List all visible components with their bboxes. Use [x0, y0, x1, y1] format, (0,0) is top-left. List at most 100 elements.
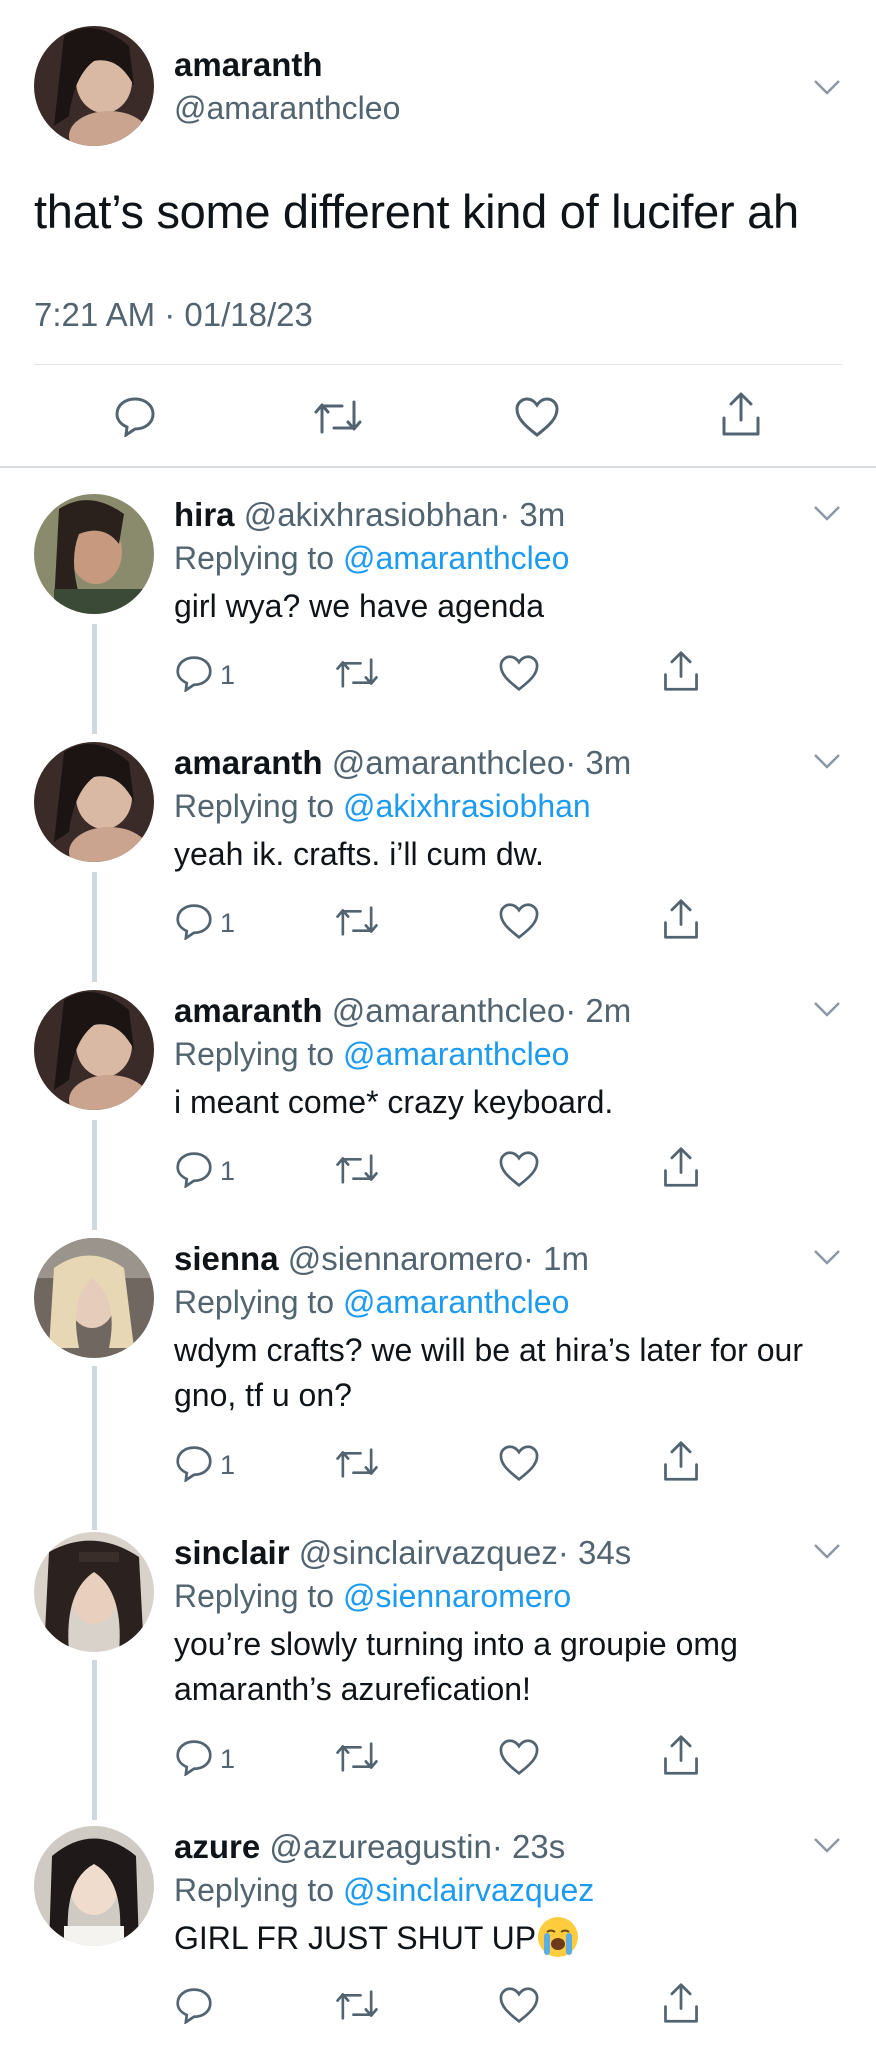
replying-to: Replying to @akixhrasiobhan: [174, 788, 591, 825]
retweet-icon[interactable]: [334, 656, 380, 690]
reply-header: amaranth @amaranthcleo· 2m: [174, 992, 631, 1030]
tweet-text: that’s some different kind of lucifer ah: [34, 185, 799, 238]
author-handle[interactable]: @sinclairvazquez: [299, 1534, 558, 1571]
author-handle[interactable]: @azureagustin: [269, 1828, 491, 1865]
reply-count: 1: [220, 1156, 236, 1186]
replying-label: Replying to: [174, 788, 335, 824]
share-icon[interactable]: [660, 649, 702, 693]
author-name[interactable]: amaranth: [174, 992, 323, 1029]
heart-icon[interactable]: [498, 902, 540, 940]
replying-to-link[interactable]: @amaranthcleo: [343, 1036, 569, 1072]
share-icon[interactable]: [660, 1981, 702, 2025]
avatar[interactable]: [34, 742, 154, 862]
chevron-down-icon[interactable]: [812, 1248, 842, 1266]
replying-to-link[interactable]: @amaranthcleo: [343, 1284, 569, 1320]
reply-time[interactable]: · 3m: [499, 496, 565, 533]
heart-icon[interactable]: [514, 396, 560, 438]
reply-text: you’re slowly turning into a groupie omg…: [174, 1626, 738, 1707]
retweet-icon[interactable]: [334, 1446, 380, 1480]
avatar[interactable]: [34, 26, 154, 146]
reply-tweet: azure @azureagustin· 23s Replying to @si…: [0, 1826, 876, 2048]
reply-icon[interactable]: [174, 902, 214, 940]
reply-icon[interactable]: [174, 654, 214, 692]
reply-tweet: amaranth @amaranthcleo· 2m Replying to @…: [0, 990, 876, 1220]
reply-tweet: sinclair @sinclairvazquez· 34s Replying …: [0, 1532, 876, 1802]
author-name[interactable]: hira: [174, 496, 235, 533]
heart-icon[interactable]: [498, 1738, 540, 1776]
author-name[interactable]: amaranth: [174, 46, 323, 84]
reply-text: wdym crafts? we will be at hira’s later …: [174, 1332, 803, 1413]
share-icon[interactable]: [660, 1733, 702, 1777]
divider: [34, 364, 842, 365]
reply-text: GIRL FR JUST SHUT UP: [174, 1920, 537, 1956]
share-icon[interactable]: [718, 390, 764, 438]
reply-time[interactable]: · 34s: [558, 1534, 631, 1571]
replying-to: Replying to @amaranthcleo: [174, 1284, 569, 1321]
avatar[interactable]: [34, 494, 154, 614]
chevron-down-icon[interactable]: [812, 1000, 842, 1018]
replying-to-link[interactable]: @amaranthcleo: [343, 540, 569, 576]
replying-label: Replying to: [174, 1872, 335, 1908]
reply-icon[interactable]: [174, 1738, 214, 1776]
replying-label: Replying to: [174, 1284, 335, 1320]
retweet-icon[interactable]: [334, 1152, 380, 1186]
chevron-down-icon[interactable]: [812, 504, 842, 522]
reply-time[interactable]: · 2m: [565, 992, 631, 1029]
author-handle[interactable]: @amaranthcleo: [174, 90, 400, 127]
replying-label: Replying to: [174, 1036, 335, 1072]
chevron-down-icon[interactable]: [812, 1836, 842, 1854]
avatar[interactable]: [34, 990, 154, 1110]
tweet-timestamp[interactable]: 7:21 AM · 01/18/23: [34, 296, 313, 334]
chevron-down-icon[interactable]: [812, 1542, 842, 1560]
reply-text: girl wya? we have agenda: [174, 588, 545, 624]
replying-label: Replying to: [174, 1578, 335, 1614]
replying-to-link[interactable]: @sinclairvazquez: [343, 1872, 594, 1908]
replying-label: Replying to: [174, 540, 335, 576]
share-icon[interactable]: [660, 1439, 702, 1483]
reply-text: yeah ik. crafts. i’ll cum dw.: [174, 836, 544, 872]
reply-icon[interactable]: [174, 1986, 214, 2024]
reply-text-row: GIRL FR JUST SHUT UP: [174, 1916, 834, 1961]
replying-to: Replying to @sinclairvazquez: [174, 1872, 594, 1909]
reply-tweet: sienna @siennaromero· 1m Replying to @am…: [0, 1238, 876, 1508]
replying-to: Replying to @amaranthcleo: [174, 1036, 569, 1073]
author-name[interactable]: sienna: [174, 1240, 279, 1277]
retweet-icon[interactable]: [334, 904, 380, 938]
reply-header: hira @akixhrasiobhan· 3m: [174, 496, 565, 534]
heart-icon[interactable]: [498, 1986, 540, 2024]
replying-to: Replying to @amaranthcleo: [174, 540, 569, 577]
avatar[interactable]: [34, 1532, 154, 1652]
share-icon[interactable]: [660, 1145, 702, 1189]
retweet-icon[interactable]: [312, 398, 364, 436]
reply-time[interactable]: · 3m: [565, 744, 631, 781]
main-tweet: amaranth @amaranthcleo that’s some diffe…: [0, 0, 876, 470]
reply-header: amaranth @amaranthcleo· 3m: [174, 744, 631, 782]
replying-to-link[interactable]: @siennaromero: [343, 1578, 571, 1614]
author-name[interactable]: azure: [174, 1828, 260, 1865]
author-handle[interactable]: @akixhrasiobhan: [244, 496, 499, 533]
author-handle[interactable]: @amaranthcleo: [332, 992, 565, 1029]
divider: [0, 466, 876, 468]
author-name[interactable]: sinclair: [174, 1534, 290, 1571]
reply-count: 1: [220, 1450, 236, 1480]
heart-icon[interactable]: [498, 654, 540, 692]
chevron-down-icon[interactable]: [812, 78, 842, 96]
retweet-icon[interactable]: [334, 1740, 380, 1774]
share-icon[interactable]: [660, 897, 702, 941]
avatar[interactable]: [34, 1238, 154, 1358]
reply-icon[interactable]: [174, 1444, 214, 1482]
loudly-crying-face-icon: [538, 1917, 579, 1957]
author-handle[interactable]: @siennaromero: [288, 1240, 523, 1277]
reply-icon[interactable]: [174, 1150, 214, 1188]
heart-icon[interactable]: [498, 1150, 540, 1188]
reply-icon[interactable]: [113, 395, 157, 437]
reply-time[interactable]: · 1m: [523, 1240, 589, 1277]
replying-to-link[interactable]: @akixhrasiobhan: [343, 788, 591, 824]
avatar[interactable]: [34, 1826, 154, 1946]
author-handle[interactable]: @amaranthcleo: [332, 744, 565, 781]
author-name[interactable]: amaranth: [174, 744, 323, 781]
chevron-down-icon[interactable]: [812, 752, 842, 770]
reply-time[interactable]: · 23s: [492, 1828, 565, 1865]
heart-icon[interactable]: [498, 1444, 540, 1482]
retweet-icon[interactable]: [334, 1988, 380, 2022]
